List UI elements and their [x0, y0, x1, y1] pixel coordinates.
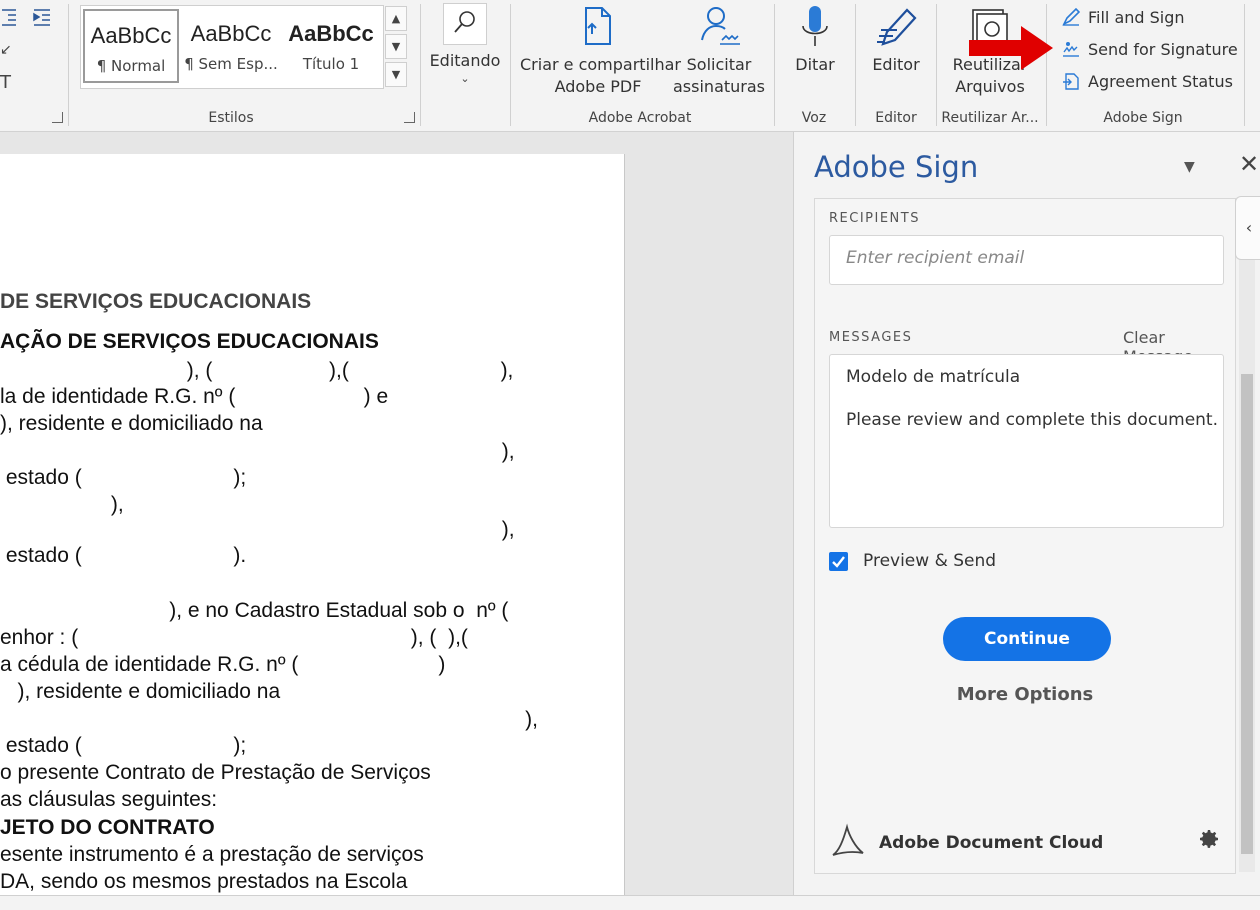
collapse-pane-tab[interactable]: ‹: [1235, 196, 1260, 260]
doc-line: ), residente e domiciliado na: [0, 412, 263, 435]
more-options-link[interactable]: More Options: [815, 684, 1235, 705]
editor-button[interactable]: Editor: [860, 4, 932, 76]
doc-line: estado ( );: [0, 734, 247, 757]
doc-line: ), residente e domiciliado na: [0, 680, 281, 703]
search-icon: [454, 11, 475, 33]
doc-line: ),: [0, 518, 515, 541]
ribbon: ↙ T AaBbCc ¶ Normal AaBbCc ¶ Sem Esp... …: [0, 0, 1260, 132]
gear-icon[interactable]: [1197, 827, 1221, 851]
doc-line: la de identidade R.G. nº ( ) e: [0, 385, 389, 408]
styles-group-label: Estilos: [208, 110, 254, 126]
editor-pen-icon: [877, 8, 917, 46]
styles-gallery: AaBbCc ¶ Normal AaBbCc ¶ Sem Esp... AaBb…: [80, 5, 384, 89]
doc-line: JETO DO CONTRATO: [0, 816, 215, 839]
gallery-down-button[interactable]: ▼: [385, 34, 407, 59]
indent-icon[interactable]: [2, 6, 52, 32]
recipients-label: RECIPIENTS: [829, 211, 920, 226]
request-signature-icon: [701, 7, 740, 45]
recipient-email-placeholder: Enter recipient email: [846, 248, 1025, 268]
chevron-down-icon: ⌄: [460, 72, 470, 85]
doc-line: o presente Contrato de Prestação de Serv…: [0, 761, 431, 784]
adobe-sign-group-label: Adobe Sign: [1103, 110, 1183, 126]
voice-group-label: Voz: [801, 110, 827, 126]
editor-group-label: Editor: [875, 110, 917, 126]
preview-send-label: Preview & Send: [863, 551, 997, 571]
doc-line: AÇÃO DE SERVIÇOS EDUCACIONAIS: [0, 330, 379, 353]
doc-line: ),: [0, 440, 515, 463]
style-heading-1[interactable]: AaBbCc Título 1: [283, 9, 379, 83]
adobe-sign-pane: Adobe Sign ▼ ✕ RECIPIENTS Enter recipien…: [793, 132, 1260, 895]
acrobat-group-label: Adobe Acrobat: [588, 110, 692, 126]
acrobat-logo-icon: [832, 823, 864, 856]
editing-button[interactable]: Editando ⌄: [425, 50, 505, 85]
doc-line: esente instrumento é a prestação de serv…: [0, 843, 424, 866]
style-normal[interactable]: AaBbCc ¶ Normal: [83, 9, 179, 83]
status-bar: [0, 895, 1260, 910]
doc-line: DA, sendo os mesmos prestados na Escola: [0, 870, 408, 893]
messages-label: MESSAGES: [829, 330, 913, 345]
doc-line: ),: [0, 708, 538, 731]
doc-line: ), e no Cadastro Estadual sob o nº (: [0, 599, 509, 622]
recipient-email-input[interactable]: Enter recipient email: [829, 235, 1224, 285]
pane-scrollbar[interactable]: [1239, 198, 1255, 872]
doc-line: DE SERVIÇOS EDUCACIONAIS: [0, 290, 312, 313]
doc-line: estado ( );: [0, 466, 247, 489]
doc-line: enhor : ( ), ( ),(: [0, 626, 468, 649]
document-page[interactable]: DE SERVIÇOS EDUCACIONAIS AÇÃO DE SERVIÇO…: [0, 154, 625, 895]
message-body-input[interactable]: Please review and complete this document…: [829, 402, 1224, 528]
request-signatures-button[interactable]: Solicitar assinaturas: [672, 4, 766, 98]
message-body-value: Please review and complete this document…: [846, 410, 1218, 430]
sort-icon[interactable]: ↙: [0, 42, 12, 58]
adobe-document-cloud-label: Adobe Document Cloud: [879, 833, 1104, 853]
styles-launcher[interactable]: [404, 112, 415, 123]
send-for-signature-button[interactable]: Send for Signature: [1062, 36, 1238, 62]
create-share-pdf-button[interactable]: Criar e compartilhar Adobe PDF: [520, 4, 681, 98]
pane-scroll-thumb[interactable]: [1241, 374, 1253, 854]
find-button[interactable]: [443, 3, 487, 45]
message-subject-input[interactable]: Modelo de matrícula: [829, 354, 1224, 404]
close-icon[interactable]: ✕: [1239, 150, 1259, 178]
message-subject-value: Modelo de matrícula: [846, 367, 1021, 387]
gallery-up-button[interactable]: ▲: [385, 6, 407, 31]
fill-and-sign-button[interactable]: Fill and Sign: [1062, 4, 1185, 30]
preview-send-checkbox[interactable]: [829, 552, 848, 571]
paragraph-launcher[interactable]: [52, 112, 63, 123]
sign-panel: RECIPIENTS Enter recipient email MESSAGE…: [814, 198, 1236, 874]
send-signature-icon: [1063, 42, 1079, 57]
doc-line: ),: [0, 493, 124, 516]
checkmark-icon: [832, 556, 845, 568]
microphone-icon: [802, 6, 828, 46]
dictate-button[interactable]: Ditar: [780, 4, 850, 76]
doc-line: estado ( ).: [0, 544, 247, 567]
agreement-status-button[interactable]: Agreement Status: [1062, 68, 1233, 94]
reuse-group-label: Reutilizar Ar...: [941, 110, 1039, 126]
agreement-status-icon: [1063, 73, 1079, 90]
doc-line: ), ( ),( ),: [0, 359, 514, 382]
show-marks-icon[interactable]: T: [0, 72, 11, 93]
fill-sign-icon: [1062, 8, 1080, 26]
gallery-more-button[interactable]: ▼: [385, 62, 407, 87]
pane-options-button[interactable]: ▼: [1184, 159, 1195, 175]
doc-line: a cédula de identidade R.G. nº ( ): [0, 653, 446, 676]
pane-title: Adobe Sign: [814, 150, 979, 184]
style-no-spacing[interactable]: AaBbCc ¶ Sem Esp...: [183, 9, 279, 83]
document-area: DE SERVIÇOS EDUCACIONAIS AÇÃO DE SERVIÇO…: [0, 132, 793, 895]
continue-button[interactable]: Continue: [943, 617, 1111, 661]
red-arrow-annotation: [969, 26, 1053, 70]
doc-line: as cláusulas seguintes:: [0, 788, 218, 811]
share-pdf-icon: [585, 7, 611, 45]
